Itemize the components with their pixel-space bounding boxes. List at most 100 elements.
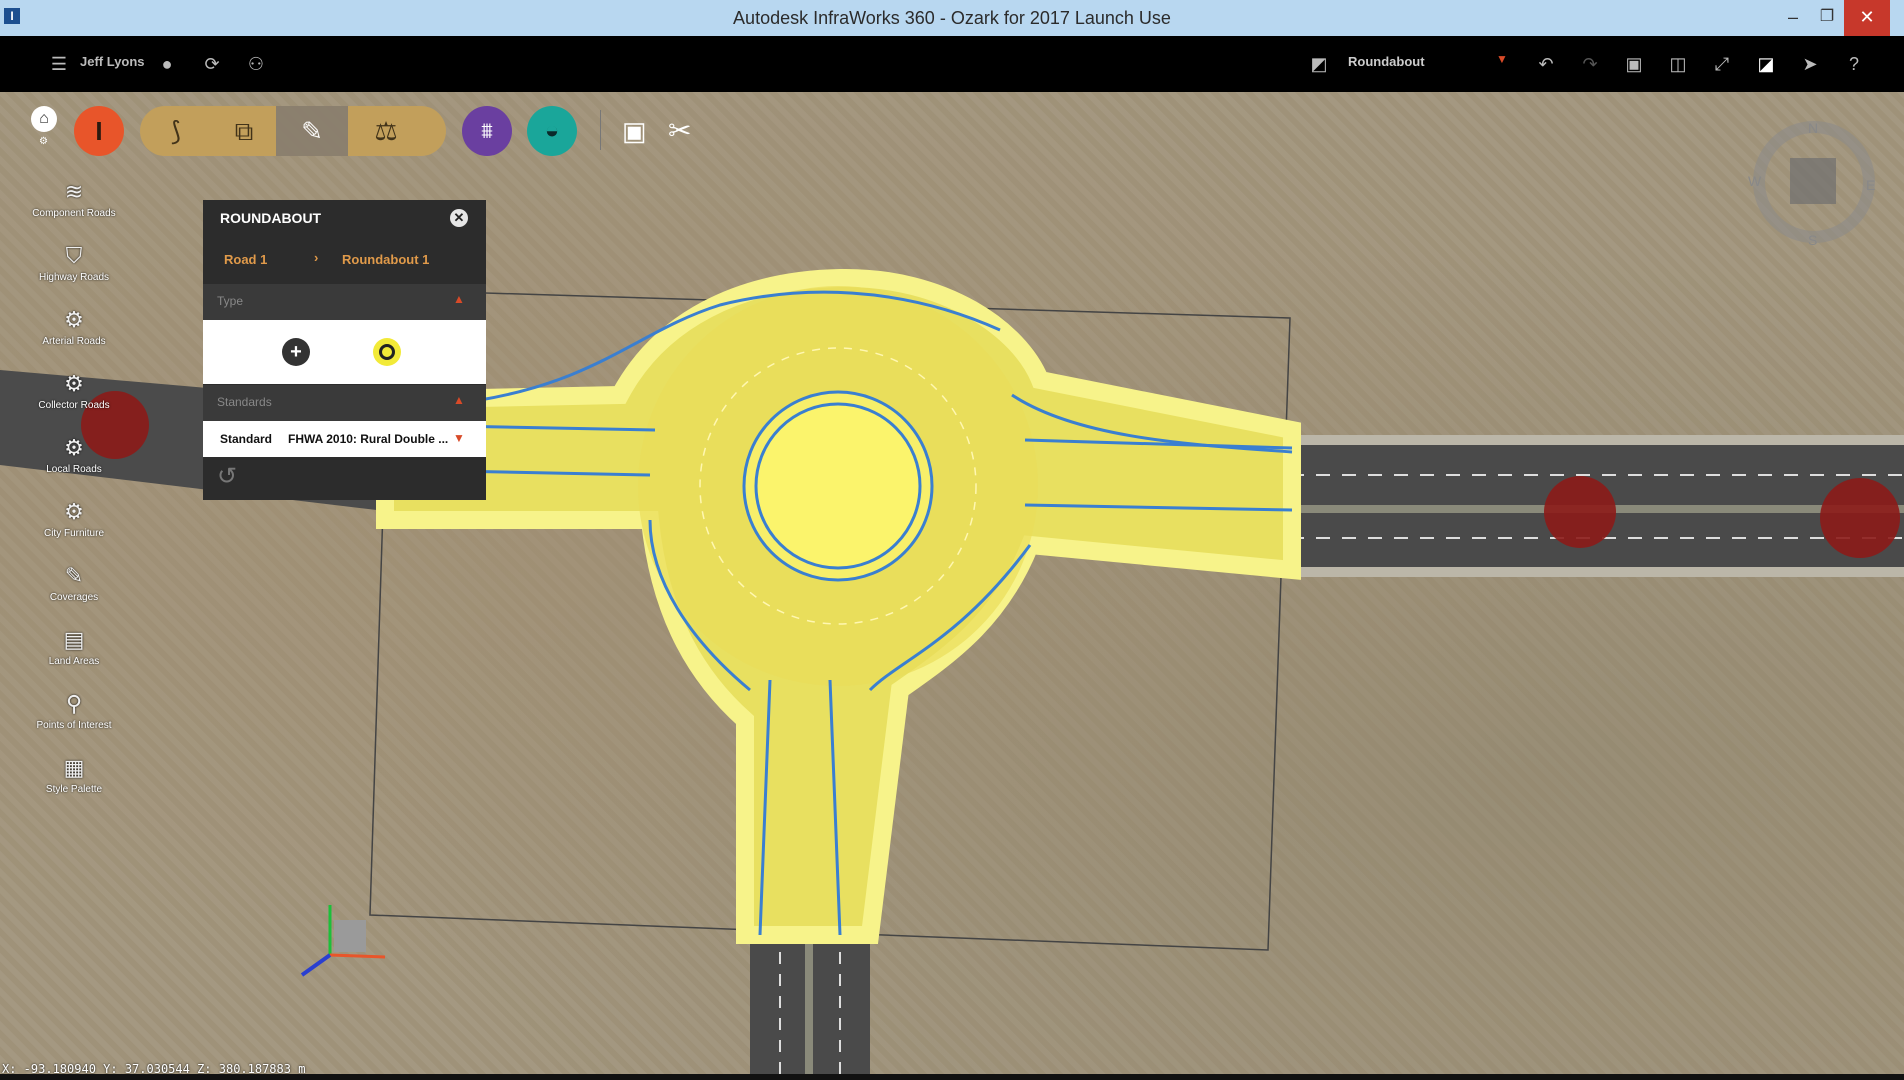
arterial-roads-icon: ⚙	[64, 307, 84, 332]
standard-row: Standard FHWA 2010: Rural Double ... ▼	[203, 421, 486, 457]
nav-points-of-interest[interactable]: ⚲ Points of Interest	[22, 690, 126, 731]
user-name[interactable]: Jeff Lyons	[80, 54, 145, 69]
standards-section-header[interactable]: Standards ▲	[203, 385, 486, 421]
sync-icon[interactable]: ⟳	[200, 52, 224, 76]
nav-arterial-roads[interactable]: ⚙ Arterial Roads	[22, 306, 126, 347]
tree	[1544, 476, 1616, 548]
design-tool-group: ⟆ ⧉ ✎ ⚖	[140, 106, 446, 156]
collector-roads-icon: ⚙	[64, 371, 84, 396]
sketch-edit-icon[interactable]: ✎	[276, 106, 348, 156]
reset-icon[interactable]: ↺	[217, 462, 237, 491]
maximize-button[interactable]: ❐	[1810, 0, 1844, 36]
style-palette-icon: ▦	[63, 755, 85, 780]
nav-component-roads[interactable]: ≋ Component Roads	[22, 178, 126, 219]
central-island-inner[interactable]	[754, 402, 922, 570]
compass-cube[interactable]	[1790, 158, 1836, 204]
divider	[600, 110, 601, 150]
settings-gear-icon[interactable]: ⚙	[39, 136, 48, 147]
type-options: +	[203, 320, 486, 384]
nav-label: Style Palette	[45, 784, 103, 795]
sketch-icon[interactable]: ◪	[1754, 52, 1778, 76]
app-bar: ☰ Jeff Lyons ● ⟳ ⚇ ◩ Roundabout ▼ ↶ ↷ ▣ …	[0, 36, 1904, 92]
standard-select[interactable]: FHWA 2010: Rural Double ...	[288, 432, 448, 446]
help-icon[interactable]: ?	[1842, 52, 1866, 76]
nav-label: Points of Interest	[36, 720, 112, 731]
chevron-down-icon[interactable]: ▼	[453, 431, 465, 445]
roundabout-type-icon[interactable]	[373, 338, 401, 366]
select-cursor-icon[interactable]: ➤	[1798, 52, 1822, 76]
nav-label: Component Roads	[32, 208, 116, 219]
infraworks-menu-icon[interactable]: I	[74, 106, 124, 156]
nav-city-furniture[interactable]: ⚙ City Furniture	[22, 498, 126, 539]
chevron-up-icon[interactable]: ▲	[453, 292, 465, 306]
component-roads-icon: ≋	[64, 179, 84, 204]
close-panel-button[interactable]: ✕	[450, 209, 468, 227]
ring-icon	[379, 344, 395, 360]
fullscreen-icon[interactable]: ⤢	[1710, 52, 1734, 76]
compass-w: W	[1748, 173, 1762, 189]
proposal-icon[interactable]: ◩	[1307, 52, 1331, 76]
compass-e: E	[1866, 177, 1875, 193]
nav-local-roads[interactable]: ⚙ Local Roads	[22, 434, 126, 475]
land-areas-icon: ▤	[63, 627, 85, 652]
home-icon[interactable]: ⌂	[31, 106, 57, 132]
road-design-icon[interactable]: ⟆	[140, 106, 212, 156]
points-of-interest-icon: ⚲	[65, 691, 83, 716]
shoulder	[1290, 567, 1904, 577]
view-icon[interactable]: ▣	[1622, 52, 1646, 76]
menu-icon[interactable]: ☰	[47, 52, 71, 76]
type-section-header[interactable]: Type ▲	[203, 284, 486, 320]
nav-label: Collector Roads	[38, 400, 110, 411]
present-icon[interactable]: ▣	[622, 116, 647, 147]
nav-label: Coverages	[49, 592, 99, 603]
standard-label: Standard	[220, 432, 273, 446]
close-window-button[interactable]: ✕	[1844, 0, 1890, 36]
nav-land-areas[interactable]: ▤ Land Areas	[22, 626, 126, 667]
breadcrumb-road[interactable]: Road 1	[224, 252, 267, 267]
roundabout-panel: ROUNDABOUT ✕ Road 1 › Roundabout 1 Type …	[203, 200, 486, 500]
compass-n: N	[1808, 120, 1818, 136]
shoulder	[1290, 435, 1904, 445]
tools-icon[interactable]: ✂	[668, 114, 691, 147]
analyze-icon[interactable]: ⚖	[350, 106, 422, 156]
nav-coverages[interactable]: ✎ Coverages	[22, 562, 126, 603]
nav-collector-roads[interactable]: ⚙ Collector Roads	[22, 370, 126, 411]
local-roads-icon: ⚙	[64, 435, 84, 460]
undo-icon[interactable]: ↶	[1534, 52, 1558, 76]
nav-label: Local Roads	[46, 464, 102, 475]
proposal-selector[interactable]: Roundabout	[1348, 54, 1425, 69]
user-icon[interactable]: ⚇	[244, 52, 268, 76]
gizmo-cube	[334, 920, 366, 952]
nav-style-palette[interactable]: ▦ Style Palette	[22, 754, 126, 795]
nav-highway-roads[interactable]: ⛉ Highway Roads	[22, 242, 126, 283]
breadcrumb-chevron-icon: ›	[314, 250, 319, 265]
chevron-down-icon[interactable]: ▼	[1496, 52, 1508, 66]
chevron-up-icon[interactable]: ▲	[453, 393, 465, 407]
title-bar: I Autodesk InfraWorks 360 - Ozark for 20…	[0, 0, 1904, 36]
status-bar	[0, 1074, 1904, 1080]
window-title: Autodesk InfraWorks 360 - Ozark for 2017…	[733, 8, 1171, 28]
overlay-icon[interactable]: ⧉	[208, 106, 280, 156]
breadcrumb-roundabout[interactable]: Roundabout 1	[342, 252, 429, 267]
median	[805, 930, 813, 1080]
nav-label: Land Areas	[48, 656, 100, 667]
city-furniture-icon: ⚙	[64, 499, 84, 524]
tree	[1820, 478, 1900, 558]
z-axis-gizmo	[300, 953, 332, 977]
nav-label: City Furniture	[43, 528, 104, 539]
intersection-type-icon[interactable]: +	[282, 338, 310, 366]
drainage-icon[interactable]: ◒	[527, 106, 577, 156]
highway-roads-icon: ⛉	[65, 243, 83, 268]
x-axis-gizmo	[329, 953, 386, 959]
standards-section-label: Standards	[217, 395, 272, 409]
nav-label: Highway Roads	[38, 272, 110, 283]
panel-icon[interactable]: ◫	[1666, 52, 1690, 76]
compass-s: S	[1808, 232, 1817, 248]
coverages-icon: ✎	[64, 563, 84, 588]
type-section-label: Type	[217, 294, 244, 308]
redo-icon[interactable]: ↷	[1578, 52, 1602, 76]
bridge-icon[interactable]: ⩩	[462, 106, 512, 156]
minimize-button[interactable]: –	[1776, 0, 1810, 36]
chat-icon[interactable]: ●	[155, 52, 179, 76]
ribbon: ⌂ ⚙ I ⟆ ⧉ ✎ ⚖ ⩩ ◒ ▣ ✂	[0, 92, 720, 162]
